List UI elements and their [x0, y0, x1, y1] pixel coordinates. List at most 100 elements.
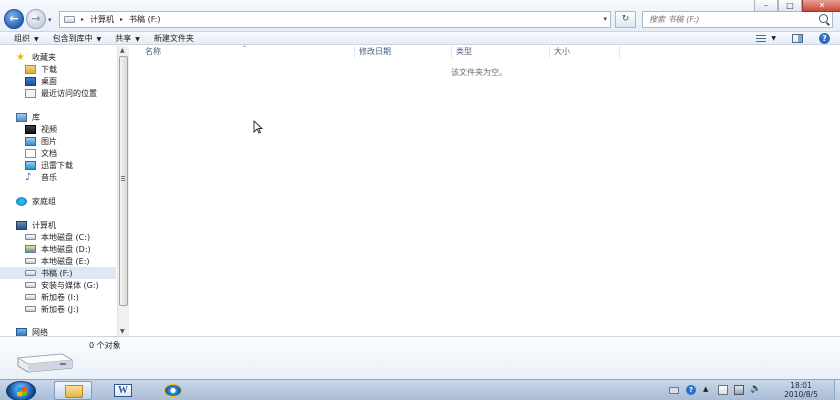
forward-button[interactable]: →: [26, 9, 46, 29]
nav-item-drive-c[interactable]: 本地磁盘 (C:): [0, 231, 116, 243]
star-icon: ★: [16, 51, 25, 63]
breadcrumb-drive[interactable]: 书稿 (F:): [129, 14, 160, 25]
clock[interactable]: 18:01 2010/8/5: [771, 381, 831, 399]
breadcrumb-root[interactable]: ▸: [79, 16, 90, 23]
start-button[interactable]: [6, 381, 36, 400]
nav-label: 音乐: [41, 172, 57, 182]
scroll-up-icon[interactable]: ▲: [120, 47, 125, 54]
empty-folder-message: 该文件夹为空。: [451, 68, 507, 77]
show-hidden-icons-icon[interactable]: ▲: [703, 385, 713, 395]
video-library-icon: [25, 124, 36, 134]
close-button[interactable]: ✕: [802, 0, 840, 12]
document-library-icon: [25, 148, 36, 158]
desktop-icon: [25, 76, 36, 86]
column-date-label: 修改日期: [359, 47, 391, 56]
nav-item-drive-e[interactable]: 本地磁盘 (E:): [0, 255, 116, 267]
keyboard-icon[interactable]: [669, 387, 679, 394]
new-folder-button[interactable]: 新建文件夹: [154, 33, 194, 44]
taskbar: W ? ▲ 🔈 18:01 2010/8/5: [0, 379, 840, 400]
nav-item-documents[interactable]: 文档: [0, 147, 116, 159]
minimize-button[interactable]: –: [754, 0, 778, 12]
disk-drive-icon: [25, 306, 36, 312]
nav-item-music[interactable]: ♪ 音乐: [0, 171, 116, 183]
nav-item-drive-g[interactable]: 安装与媒体 (G:): [0, 279, 116, 291]
nav-item-recent-places[interactable]: 最近访问的位置: [0, 87, 116, 99]
taskbar-ie-button[interactable]: [154, 381, 192, 400]
command-toolbar: 组织 ▼ 包含到库中 ▼ 共享 ▼ 新建文件夹 ▼ ?: [0, 32, 840, 45]
action-center-flag-icon[interactable]: [718, 385, 728, 395]
nav-label: 下载: [41, 64, 57, 74]
refresh-button[interactable]: ↻: [615, 11, 636, 28]
column-headers: 名称 ⌃ 修改日期 类型 大小: [130, 45, 840, 58]
column-header-size[interactable]: 大小: [550, 46, 620, 58]
search-icon[interactable]: [819, 14, 828, 23]
breadcrumb-label[interactable]: 计算机: [90, 14, 114, 25]
help-icon[interactable]: ?: [686, 385, 696, 395]
breadcrumb-arrow-icon[interactable]: ▸: [81, 16, 84, 23]
breadcrumb-arrow-icon[interactable]: ▸: [120, 16, 123, 23]
nav-item-thunder-downloads[interactable]: 迅雷下载: [0, 159, 116, 171]
scrollbar-thumb[interactable]: [119, 56, 128, 306]
column-header-name[interactable]: 名称 ⌃: [130, 45, 355, 58]
organize-label: 组织: [14, 33, 30, 43]
nav-label: 迅雷下载: [41, 160, 73, 170]
nav-homegroup[interactable]: 家庭组: [0, 195, 116, 207]
nav-label: 本地磁盘 (C:): [41, 232, 91, 242]
navigation-scrollbar[interactable]: ▲ ▼: [117, 46, 129, 336]
taskbar-word-button[interactable]: W: [104, 381, 142, 400]
nav-label: 家庭组: [32, 196, 56, 206]
column-header-type[interactable]: 类型: [452, 46, 550, 58]
nav-libraries[interactable]: 库: [0, 111, 116, 123]
nav-item-drive-i[interactable]: 新加卷 (I:): [0, 291, 116, 303]
column-header-date-modified[interactable]: 修改日期: [355, 46, 452, 58]
navigation-pane: ★ 收藏夹 下载 桌面 最近访问的位置 库 视频 图片 文档 迅雷下载 ♪ 音乐 家…: [0, 46, 118, 336]
address-bar[interactable]: ▸ 计算机 ▸ 书稿 (F:) ▾: [59, 11, 611, 28]
share-menu[interactable]: 共享 ▼: [115, 33, 140, 44]
search-input[interactable]: [643, 12, 813, 27]
show-desktop-button[interactable]: [834, 380, 840, 400]
nav-computer[interactable]: 计算机: [0, 219, 116, 231]
breadcrumb-computer[interactable]: 计算机 ▸: [90, 14, 129, 25]
chevron-down-icon[interactable]: ▼: [771, 35, 776, 42]
help-icon[interactable]: ?: [819, 33, 830, 44]
clock-date: 2010/8/5: [784, 390, 818, 399]
drive-large-icon: [16, 353, 74, 373]
item-count: 0 个对象: [89, 341, 121, 350]
view-options-icon[interactable]: [756, 34, 767, 43]
nav-label: 收藏夹: [32, 52, 56, 62]
nav-label: 桌面: [41, 76, 57, 86]
nav-item-drive-j[interactable]: 新加卷 (J:): [0, 303, 116, 315]
nav-item-videos[interactable]: 视频: [0, 123, 116, 135]
search-box[interactable]: [642, 11, 833, 28]
disk-drive-icon: [25, 282, 36, 288]
organize-menu[interactable]: 组织 ▼: [14, 33, 39, 44]
nav-item-drive-f[interactable]: 书稿 (F:): [0, 267, 116, 279]
nav-label: 最近访问的位置: [41, 88, 97, 98]
scroll-down-icon[interactable]: ▼: [120, 328, 125, 335]
disk-drive-icon: [25, 294, 36, 300]
drive-icon: [64, 16, 75, 23]
maximize-button[interactable]: □: [778, 0, 802, 12]
volume-icon[interactable]: 🔈: [750, 384, 761, 394]
preview-pane-icon[interactable]: [792, 34, 803, 43]
chevron-down-icon: ▼: [34, 35, 39, 43]
network-status-icon[interactable]: [734, 385, 744, 395]
music-note-icon: ♪: [25, 171, 32, 183]
recent-pages-dropdown[interactable]: ▾: [48, 16, 52, 24]
share-label: 共享: [115, 33, 132, 43]
taskbar-explorer-button[interactable]: [54, 381, 92, 400]
nav-network[interactable]: 网络: [0, 326, 116, 336]
nav-item-pictures[interactable]: 图片: [0, 135, 116, 147]
breadcrumb-label[interactable]: 书稿 (F:): [129, 14, 160, 25]
include-in-library-menu[interactable]: 包含到库中 ▼: [53, 33, 102, 44]
address-dropdown-icon[interactable]: ▾: [603, 15, 607, 23]
nav-favorites[interactable]: ★ 收藏夹: [0, 51, 116, 63]
nav-item-desktop[interactable]: 桌面: [0, 75, 116, 87]
nav-item-downloads[interactable]: 下载: [0, 63, 116, 75]
picture-library-icon: [25, 136, 36, 146]
nav-label: 安装与媒体 (G:): [41, 280, 99, 290]
back-button[interactable]: ←: [4, 9, 24, 29]
nav-item-drive-d[interactable]: 本地磁盘 (D:): [0, 243, 116, 255]
nav-label: 库: [32, 112, 40, 122]
file-list[interactable]: 名称 ⌃ 修改日期 类型 大小 该文件夹为空。: [130, 45, 840, 336]
